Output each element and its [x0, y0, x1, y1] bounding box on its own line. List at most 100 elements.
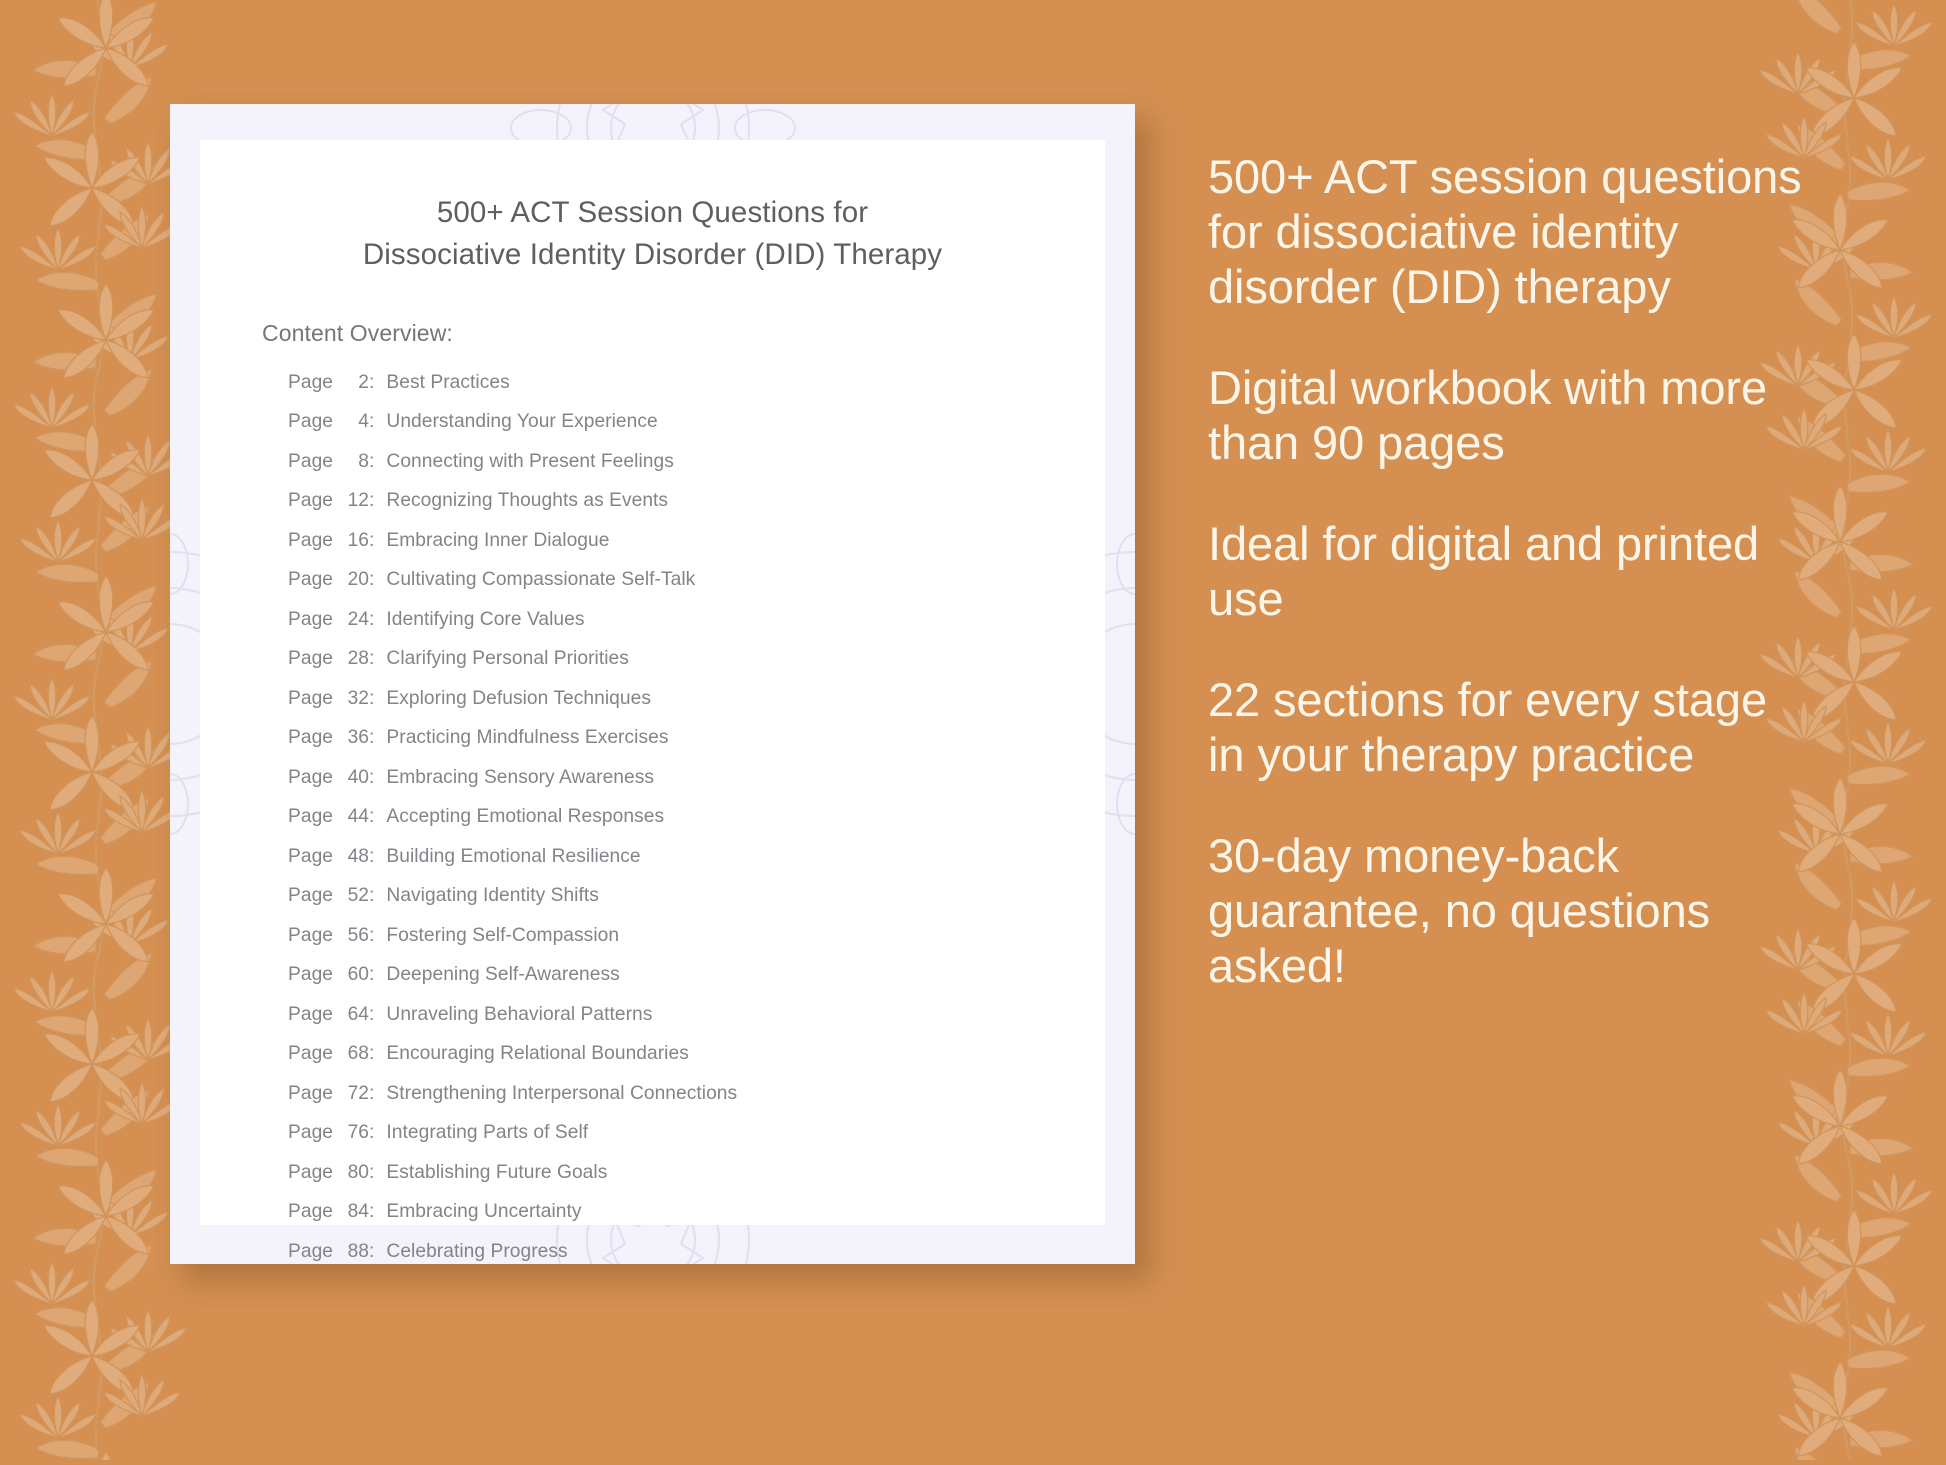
- toc-colon: :: [369, 648, 375, 670]
- toc-section-title: Establishing Future Goals: [386, 1161, 608, 1183]
- toc-colon: :: [369, 687, 375, 709]
- toc-page-number: 52: [347, 885, 370, 907]
- document-title: 500+ ACT Session Questions for Dissociat…: [200, 140, 1105, 276]
- toc-colon: :: [369, 569, 375, 591]
- toc-page-word: Page: [288, 1201, 334, 1223]
- toc-entry: Page 32: Exploring Defusion Techniques: [288, 689, 1105, 729]
- table-of-contents-list: Page 2: Best Practices Page 4: Understanding …: [200, 347, 1105, 1264]
- toc-colon: :: [369, 371, 375, 393]
- marketing-paragraph: Ideal for digital and printed use: [1208, 516, 1760, 625]
- toc-colon: :: [369, 1082, 375, 1104]
- toc-section-title: Deepening Self-Awareness: [386, 964, 620, 986]
- marketing-paragraph: 30-day money-back guarantee, no question…: [1208, 828, 1711, 992]
- toc-page-number: 68: [347, 1043, 370, 1065]
- document-preview[interactable]: 500+ ACT Session Questions for Dissociat…: [170, 104, 1135, 1264]
- toc-entry: Page 76: Integrating Parts of Self: [288, 1123, 1105, 1163]
- toc-section-title: Understanding Your Experience: [386, 411, 658, 433]
- toc-page-number: 56: [347, 924, 370, 946]
- toc-colon: :: [369, 1043, 375, 1065]
- toc-page-word: Page: [288, 885, 334, 907]
- toc-colon: :: [369, 1003, 375, 1025]
- toc-page-number: 2: [358, 371, 370, 393]
- content-overview-label: Content Overview:: [262, 319, 453, 346]
- toc-section-title: Encouraging Relational Boundaries: [386, 1043, 689, 1065]
- toc-page-word: Page: [288, 529, 334, 551]
- marketing-paragraph: 22 sections for every stage in your ther…: [1208, 672, 1767, 781]
- toc-page-word: Page: [288, 1003, 334, 1025]
- toc-page-number: 24: [347, 608, 370, 630]
- toc-colon: :: [369, 924, 375, 946]
- toc-section-title: Cultivating Compassionate Self-Talk: [386, 569, 696, 591]
- toc-page-number: 84: [347, 1201, 370, 1223]
- toc-page-word: Page: [288, 766, 334, 788]
- toc-entry: Page 40: Embracing Sensory Awareness: [288, 768, 1105, 808]
- toc-page-number: 48: [347, 845, 370, 867]
- toc-entry: Page 44: Accepting Emotional Responses: [288, 807, 1105, 847]
- toc-page-number: 4: [358, 411, 370, 433]
- toc-page-word: Page: [288, 371, 334, 393]
- toc-section-title: Embracing Sensory Awareness: [386, 766, 655, 788]
- toc-colon: :: [369, 608, 375, 630]
- toc-page-word: Page: [288, 1240, 334, 1262]
- toc-entry: Page 60: Deepening Self-Awareness: [288, 965, 1105, 1005]
- toc-colon: :: [369, 450, 375, 472]
- toc-page-word: Page: [288, 411, 334, 433]
- toc-page-number: 72: [347, 1082, 370, 1104]
- toc-page-word: Page: [288, 1043, 334, 1065]
- toc-page-word: Page: [288, 924, 334, 946]
- toc-page-number: 76: [347, 1122, 370, 1144]
- toc-entry: Page 8: Connecting with Present Feelings: [288, 452, 1105, 492]
- toc-entry: Page 88: Celebrating Progress: [288, 1242, 1105, 1264]
- toc-page-word: Page: [288, 727, 334, 749]
- toc-entry: Page 36: Practicing Mindfulness Exercises: [288, 728, 1105, 768]
- toc-colon: :: [369, 529, 375, 551]
- toc-section-title: Practicing Mindfulness Exercises: [386, 727, 669, 749]
- toc-section-title: Embracing Inner Dialogue: [386, 529, 610, 551]
- toc-page-number: 36: [347, 727, 370, 749]
- toc-colon: :: [369, 1201, 375, 1223]
- toc-page-word: Page: [288, 608, 334, 630]
- toc-page-number: 60: [347, 964, 370, 986]
- toc-page-word: Page: [288, 569, 334, 591]
- toc-page-word: Page: [288, 1082, 334, 1104]
- toc-section-title: Connecting with Present Feelings: [386, 450, 674, 472]
- toc-page-word: Page: [288, 450, 334, 472]
- marketing-copy-column: 500+ ACT session questions for dissociat…: [1208, 150, 1808, 994]
- marketing-paragraph: 500+ ACT session questions for dissociat…: [1208, 150, 1802, 313]
- toc-page-word: Page: [288, 648, 334, 670]
- toc-entry: Page 20: Cultivating Compassionate Self-Ta…: [288, 570, 1105, 610]
- toc-entry: Page 72: Strengthening Interpersonal Conne…: [288, 1084, 1105, 1124]
- toc-colon: :: [369, 490, 375, 512]
- toc-colon: :: [369, 411, 375, 433]
- toc-page-word: Page: [288, 964, 334, 986]
- toc-page-number: 28: [347, 648, 370, 670]
- document-title-line-1: 500+ ACT Session Questions for: [436, 196, 869, 229]
- toc-entry: Page 24: Identifying Core Values: [288, 610, 1105, 650]
- toc-page-number: 44: [347, 806, 370, 828]
- toc-page-number: 16: [347, 529, 370, 551]
- toc-entry: Page 84: Embracing Uncertainty: [288, 1202, 1105, 1242]
- toc-page-number: 40: [347, 766, 370, 788]
- document-title-line-2: Dissociative Identity Disorder (DID) The…: [362, 237, 943, 271]
- toc-page-word: Page: [288, 490, 334, 512]
- toc-page-word: Page: [288, 845, 334, 867]
- toc-section-title: Clarifying Personal Priorities: [386, 648, 629, 670]
- toc-entry: Page 68: Encouraging Relational Boundaries: [288, 1044, 1105, 1084]
- toc-entry: Page 12: Recognizing Thoughts as Events: [288, 491, 1105, 531]
- toc-entry: Page 80: Establishing Future Goals: [288, 1163, 1105, 1203]
- toc-colon: :: [369, 1240, 375, 1262]
- toc-page-number: 20: [347, 569, 370, 591]
- toc-page-number: 12: [347, 490, 370, 512]
- toc-section-title: Building Emotional Resilience: [386, 845, 641, 867]
- toc-section-title: Strengthening Interpersonal Connections: [386, 1082, 738, 1104]
- toc-section-title: Integrating Parts of Self: [386, 1122, 589, 1144]
- toc-colon: :: [369, 885, 375, 907]
- toc-entry: Page 2: Best Practices: [288, 373, 1105, 413]
- toc-page-number: 80: [347, 1161, 370, 1183]
- toc-section-title: Fostering Self-Compassion: [386, 924, 620, 946]
- toc-page-word: Page: [288, 687, 334, 709]
- toc-page-number: 64: [347, 1003, 370, 1025]
- toc-entry: Page 52: Navigating Identity Shifts: [288, 886, 1105, 926]
- marketing-paragraph: Digital workbook with more than 90 pages: [1208, 360, 1767, 469]
- toc-colon: :: [369, 1161, 375, 1183]
